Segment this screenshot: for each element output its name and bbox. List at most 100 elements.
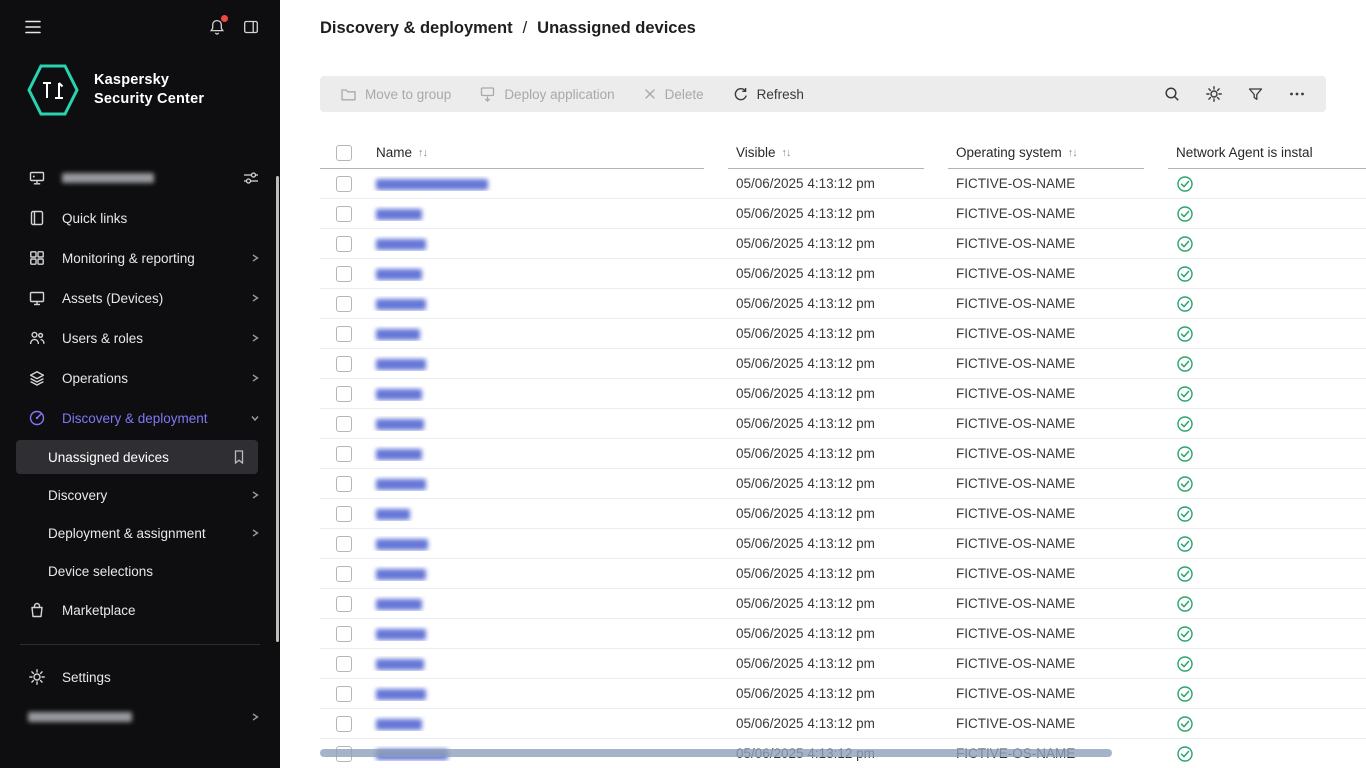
hamburger-menu-button[interactable]: [24, 19, 42, 35]
device-name-link[interactable]: [376, 299, 426, 310]
table-settings-button[interactable]: [1205, 85, 1223, 103]
sidebar-item-discovery-deployment[interactable]: Discovery & deployment: [0, 398, 280, 438]
row-checkbox[interactable]: [336, 266, 352, 282]
sidebar-item-monitoring-reporting[interactable]: Monitoring & reporting: [0, 238, 280, 278]
device-name-link[interactable]: [376, 719, 422, 730]
row-checkbox[interactable]: [336, 176, 352, 192]
row-checkbox[interactable]: [336, 236, 352, 252]
sidebar-item-server[interactable]: [0, 158, 280, 198]
notifications-button[interactable]: [208, 18, 226, 36]
move-to-group-button[interactable]: Move to group: [326, 76, 465, 112]
agent-installed-icon: [1176, 475, 1194, 493]
row-checkbox[interactable]: [336, 326, 352, 342]
sidebar-item-users-roles[interactable]: Users & roles: [0, 318, 280, 358]
agent-installed-icon: [1176, 235, 1194, 253]
search-button[interactable]: [1163, 85, 1181, 103]
select-all-checkbox[interactable]: [336, 145, 352, 161]
more-options-button[interactable]: [1288, 85, 1306, 103]
column-header-operating-system[interactable]: Operating system ↑↓: [948, 137, 1144, 169]
device-name-link[interactable]: [376, 629, 426, 640]
device-name-link[interactable]: [376, 359, 426, 370]
table-row[interactable]: 05/06/2025 4:13:12 pm FICTIVE-OS-NAME: [320, 499, 1366, 529]
main-content: Discovery & deployment / Unassigned devi…: [280, 0, 1366, 768]
row-checkbox-cell: [320, 596, 368, 612]
table-row[interactable]: 05/06/2025 4:13:12 pm FICTIVE-OS-NAME: [320, 319, 1366, 349]
horizontal-scrollbar[interactable]: [320, 749, 1112, 757]
filter-button[interactable]: [1247, 86, 1264, 103]
device-name-link[interactable]: [376, 269, 422, 280]
row-checkbox[interactable]: [336, 596, 352, 612]
device-name-link[interactable]: [376, 419, 424, 430]
sidebar-item-assets-devices[interactable]: Assets (Devices): [0, 278, 280, 318]
row-checkbox[interactable]: [336, 386, 352, 402]
table-row[interactable]: 05/06/2025 4:13:12 pm FICTIVE-OS-NAME: [320, 379, 1366, 409]
row-checkbox[interactable]: [336, 356, 352, 372]
sort-icon[interactable]: ↑↓: [782, 147, 791, 159]
sort-icon[interactable]: ↑↓: [418, 147, 427, 159]
sidebar-subitem-device-selections[interactable]: Device selections: [0, 552, 280, 590]
device-name-link[interactable]: [376, 689, 426, 700]
row-checkbox[interactable]: [336, 626, 352, 642]
table-row[interactable]: 05/06/2025 4:13:12 pm FICTIVE-OS-NAME: [320, 469, 1366, 499]
device-name-link[interactable]: [376, 449, 422, 460]
deploy-application-button[interactable]: Deploy application: [465, 76, 628, 112]
device-name-link[interactable]: [376, 179, 488, 190]
device-name-link[interactable]: [376, 539, 428, 550]
table-row[interactable]: 05/06/2025 4:13:12 pm FICTIVE-OS-NAME: [320, 409, 1366, 439]
sidebar-item-settings[interactable]: Settings: [0, 657, 280, 697]
table-row[interactable]: 05/06/2025 4:13:12 pm FICTIVE-OS-NAME: [320, 199, 1366, 229]
table-row[interactable]: 05/06/2025 4:13:12 pm FICTIVE-OS-NAME: [320, 529, 1366, 559]
device-name-link[interactable]: [376, 209, 422, 220]
sidebar-item-quick-links[interactable]: Quick links: [0, 198, 280, 238]
row-checkbox[interactable]: [336, 416, 352, 432]
sort-icon[interactable]: ↑↓: [1068, 147, 1077, 159]
device-name-link[interactable]: [376, 389, 422, 400]
device-name-link[interactable]: [376, 239, 426, 250]
column-label: Operating system: [956, 145, 1062, 160]
table-row[interactable]: 05/06/2025 4:13:12 pm FICTIVE-OS-NAME: [320, 649, 1366, 679]
row-checkbox[interactable]: [336, 296, 352, 312]
table-row[interactable]: 05/06/2025 4:13:12 pm FICTIVE-OS-NAME: [320, 679, 1366, 709]
row-checkbox[interactable]: [336, 476, 352, 492]
side-panel-button[interactable]: [242, 18, 260, 36]
row-checkbox[interactable]: [336, 446, 352, 462]
device-name-link[interactable]: [376, 569, 426, 580]
device-name-link[interactable]: [376, 329, 420, 340]
server-settings-icon[interactable]: [242, 169, 260, 187]
column-header-name[interactable]: Name ↑↓: [368, 137, 704, 169]
device-name-link[interactable]: [376, 509, 410, 520]
table-row[interactable]: 05/06/2025 4:13:12 pm FICTIVE-OS-NAME: [320, 439, 1366, 469]
row-checkbox[interactable]: [336, 656, 352, 672]
delete-button[interactable]: Delete: [629, 76, 718, 112]
table-row[interactable]: 05/06/2025 4:13:12 pm FICTIVE-OS-NAME: [320, 229, 1366, 259]
table-row[interactable]: 05/06/2025 4:13:12 pm FICTIVE-OS-NAME: [320, 619, 1366, 649]
refresh-button[interactable]: Refresh: [718, 76, 818, 112]
breadcrumb-parent[interactable]: Discovery & deployment: [320, 19, 513, 38]
row-checkbox[interactable]: [336, 716, 352, 732]
bookmark-icon[interactable]: [232, 449, 246, 465]
device-name-link[interactable]: [376, 659, 424, 670]
table-row[interactable]: 05/06/2025 4:13:12 pm FICTIVE-OS-NAME: [320, 259, 1366, 289]
table-row[interactable]: 05/06/2025 4:13:12 pm FICTIVE-OS-NAME: [320, 559, 1366, 589]
column-header-network-agent[interactable]: Network Agent is instal: [1168, 137, 1366, 169]
row-checkbox[interactable]: [336, 206, 352, 222]
column-header-visible[interactable]: Visible ↑↓: [728, 137, 924, 169]
table-row[interactable]: 05/06/2025 4:13:12 pm FICTIVE-OS-NAME: [320, 289, 1366, 319]
table-row[interactable]: 05/06/2025 4:13:12 pm FICTIVE-OS-NAME: [320, 709, 1366, 739]
table-row[interactable]: 05/06/2025 4:13:12 pm FICTIVE-OS-NAME: [320, 349, 1366, 379]
sidebar-subitem-unassigned-devices[interactable]: Unassigned devices: [16, 440, 258, 474]
sidebar-item-operations[interactable]: Operations: [0, 358, 280, 398]
row-checkbox[interactable]: [336, 566, 352, 582]
sidebar-item-user-account[interactable]: [0, 697, 280, 737]
row-checkbox[interactable]: [336, 686, 352, 702]
sidebar-subitem-discovery[interactable]: Discovery: [0, 476, 280, 514]
sidebar-scrollbar[interactable]: [276, 176, 279, 642]
row-checkbox[interactable]: [336, 536, 352, 552]
table-row[interactable]: 05/06/2025 4:13:12 pm FICTIVE-OS-NAME: [320, 169, 1366, 199]
sidebar-subitem-deployment-assignment[interactable]: Deployment & assignment: [0, 514, 280, 552]
row-checkbox[interactable]: [336, 506, 352, 522]
table-row[interactable]: 05/06/2025 4:13:12 pm FICTIVE-OS-NAME: [320, 589, 1366, 619]
device-name-link[interactable]: [376, 479, 426, 490]
sidebar-item-marketplace[interactable]: Marketplace: [0, 590, 280, 630]
device-name-link[interactable]: [376, 599, 422, 610]
